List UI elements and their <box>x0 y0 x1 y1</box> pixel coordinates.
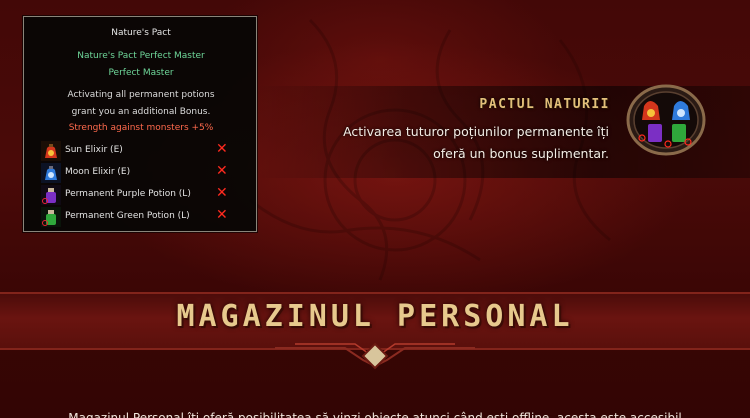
pact-title: PACTUL NATURII <box>479 97 610 112</box>
tooltip-item-purple-potion: Permanent Purple Potion (L) ✕ <box>41 185 241 205</box>
tooltip-item-sun-elixir: Sun Elixir (E) ✕ <box>41 141 241 161</box>
tooltip-item-green-potion: Permanent Green Potion (L) ✕ <box>41 207 241 227</box>
pact-desc-line-2: oferă un bonus suplimentar. <box>433 146 609 161</box>
item-label: Moon Elixir (E) <box>65 167 131 177</box>
purple-potion-icon <box>41 185 61 205</box>
missing-icon: ✕ <box>216 163 228 179</box>
sun-elixir-icon <box>41 141 61 161</box>
missing-icon: ✕ <box>216 207 228 223</box>
item-label: Sun Elixir (E) <box>65 145 123 155</box>
tooltip-desc-line-1: Activating all permanent potions <box>67 90 215 100</box>
natures-pact-tooltip: Nature's Pact Nature's Pact Perfect Mast… <box>23 16 257 232</box>
tooltip-bonus: Strength against monsters +5% <box>68 123 214 133</box>
tooltip-item-moon-elixir: Moon Elixir (E) ✕ <box>41 163 241 183</box>
moon-elixir-icon <box>41 163 61 183</box>
missing-icon: ✕ <box>216 185 228 201</box>
pact-desc-line-1: Activarea tuturor poțiunilor permanente … <box>343 124 609 139</box>
banner-diamond-ornament <box>275 342 475 370</box>
missing-icon: ✕ <box>216 141 228 157</box>
item-label: Permanent Green Potion (L) <box>65 211 190 221</box>
pact-description: Activarea tuturor poțiunilor permanente … <box>289 121 609 165</box>
item-label: Permanent Purple Potion (L) <box>65 189 191 199</box>
natures-pact-emblem-icon[interactable] <box>626 84 706 156</box>
tooltip-rank: Perfect Master <box>108 68 174 78</box>
tooltip-title: Nature's Pact <box>111 28 171 38</box>
shop-title: MAGAZINUL PERSONAL <box>176 299 574 334</box>
shop-description: Magazinul Personal îți oferă posibilitat… <box>68 411 682 418</box>
tooltip-subtitle: Nature's Pact Perfect Master <box>77 51 205 61</box>
tooltip-desc-line-2: grant you an additional Bonus. <box>71 107 211 117</box>
green-potion-icon <box>41 207 61 227</box>
